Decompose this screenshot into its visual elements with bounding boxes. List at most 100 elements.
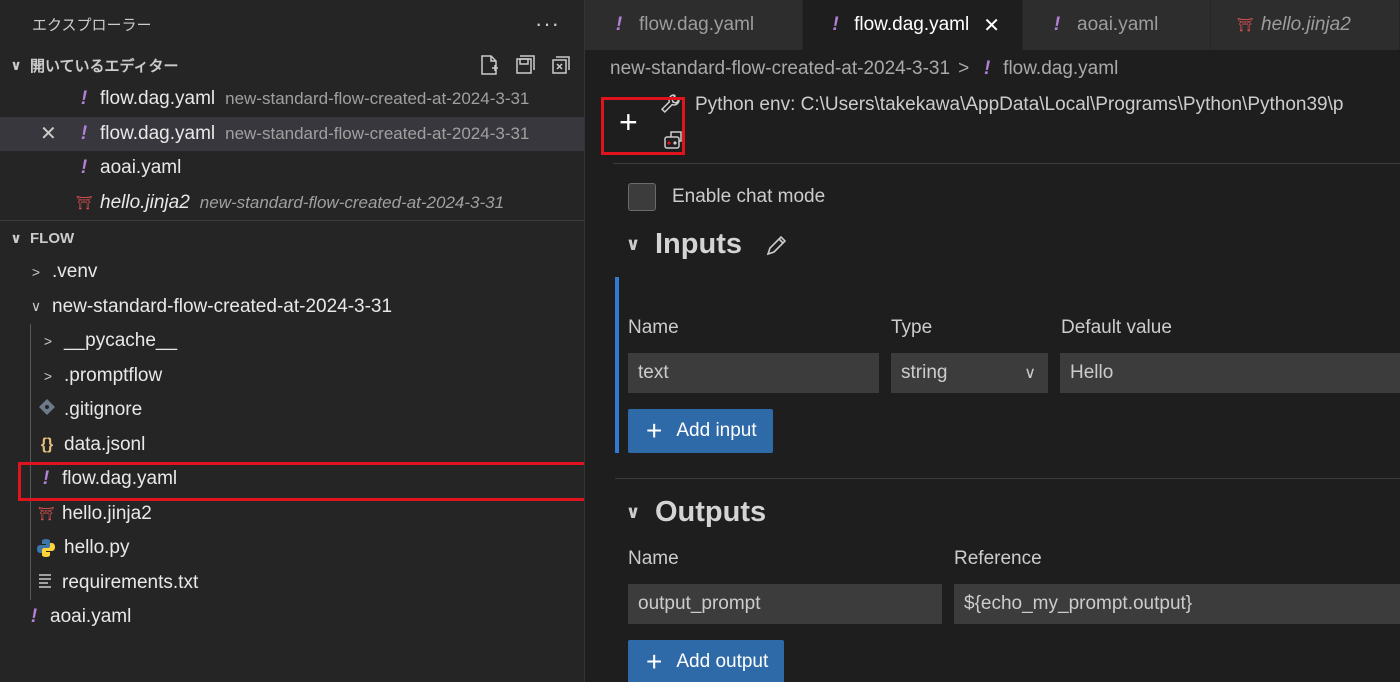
- tree-item-promptflow[interactable]: > .promptflow: [0, 359, 584, 394]
- input-default-value: Hello: [1070, 362, 1114, 383]
- tab-label: flow.dag.yaml: [854, 14, 970, 35]
- open-editor-name: flow.dag.yaml: [100, 88, 216, 110]
- enable-chat-mode[interactable]: Enable chat mode: [628, 183, 825, 211]
- chevron-down-icon: ∨: [10, 56, 22, 73]
- chevron-down-icon: ∨: [10, 229, 22, 246]
- flow-section-label: FLOW: [30, 229, 75, 247]
- open-editors-label: 開いているエディター: [30, 57, 179, 75]
- open-editor-name: flow.dag.yaml: [100, 122, 216, 144]
- breadcrumb: new-standard-flow-created-at-2024-3-31 >…: [585, 50, 1400, 88]
- inputs-col-type: Type: [891, 317, 933, 338]
- edit-pencil-icon[interactable]: [764, 232, 790, 258]
- tab-label: hello.jinja2: [1261, 14, 1351, 35]
- jinja-icon: ⛩: [75, 194, 93, 210]
- tab-aoai[interactable]: ! aoai.yaml: [1023, 0, 1211, 50]
- yaml-icon: !: [80, 88, 88, 110]
- tree-item-label: hello.jinja2: [62, 502, 152, 524]
- jinja-icon: ⛩: [1236, 17, 1254, 32]
- chevron-right-icon: >: [31, 264, 41, 281]
- flow-section-header[interactable]: ∨ FLOW: [0, 221, 584, 255]
- explorer-title: エクスプローラー: [32, 16, 152, 34]
- open-editor-name: hello.jinja2: [100, 191, 190, 213]
- inputs-accent-bar: [615, 277, 619, 453]
- inputs-col-name: Name: [628, 317, 679, 338]
- tab-hello-jinja2[interactable]: ⛩ hello.jinja2: [1211, 0, 1400, 50]
- breadcrumb-separator: >: [958, 58, 970, 79]
- breadcrumb-file[interactable]: flow.dag.yaml: [1003, 58, 1118, 80]
- chevron-right-icon: >: [43, 367, 53, 384]
- tree-item-label: aoai.yaml: [50, 606, 132, 628]
- open-editor-desc: new-standard-flow-created-at-2024-3-31: [225, 123, 530, 143]
- input-type-value: string: [901, 362, 948, 383]
- tree-item-requirements[interactable]: requirements.txt: [0, 566, 584, 601]
- open-editor-item-active[interactable]: ✕ ! flow.dag.yaml new-standard-flow-crea…: [0, 116, 584, 151]
- breadcrumb-folder[interactable]: new-standard-flow-created-at-2024-3-31: [610, 58, 950, 80]
- add-input-label: Add input: [676, 420, 757, 441]
- open-editors-section-header[interactable]: ∨ 開いているエディター: [0, 48, 584, 82]
- chat-mode-checkbox[interactable]: [628, 183, 656, 211]
- open-editor-desc: new-standard-flow-created-at-2024-3-31: [225, 89, 530, 109]
- section-divider: [615, 478, 1400, 479]
- git-icon: [38, 398, 58, 422]
- tree-item-pycache[interactable]: > __pycache__: [0, 324, 584, 359]
- add-output-label: Add output: [676, 651, 769, 672]
- yaml-icon: !: [80, 122, 88, 144]
- output-reference-value: ${echo_my_prompt.output}: [964, 593, 1193, 614]
- tree-item-gitignore[interactable]: .gitignore: [0, 393, 584, 428]
- input-name-field[interactable]: text: [628, 353, 879, 393]
- jinja-icon: ⛩: [37, 505, 55, 521]
- chevron-down-icon: ∨: [1024, 365, 1036, 382]
- new-untitled-file-icon[interactable]: [478, 54, 500, 76]
- close-all-editors-icon[interactable]: [550, 54, 572, 76]
- open-editor-item[interactable]: ⛩ hello.jinja2 new-standard-flow-created…: [0, 186, 584, 221]
- input-default-field[interactable]: Hello: [1060, 353, 1400, 393]
- tree-item-venv[interactable]: > .venv: [0, 255, 584, 290]
- yaml-icon: !: [832, 14, 839, 35]
- tab-flow-dag[interactable]: ! flow.dag.yaml: [585, 0, 803, 50]
- output-name-value: output_prompt: [638, 593, 761, 614]
- open-editor-item[interactable]: ! aoai.yaml: [0, 151, 584, 186]
- tree-item-hello-jinja2[interactable]: ⛩ hello.jinja2: [0, 497, 584, 532]
- tree-item-data-jsonl[interactable]: {} data.jsonl: [0, 428, 584, 463]
- tree-item-label: __pycache__: [64, 330, 178, 352]
- inputs-section-header[interactable]: ∨ Inputs: [623, 228, 790, 261]
- outputs-col-reference: Reference: [954, 548, 1042, 569]
- python-env-label[interactable]: Python env: C:\Users\takekawa\AppData\Lo…: [695, 94, 1343, 116]
- inputs-title: Inputs: [655, 228, 742, 260]
- chat-mode-label: Enable chat mode: [672, 186, 826, 207]
- output-reference-field[interactable]: ${echo_my_prompt.output}: [954, 584, 1400, 624]
- save-all-icon[interactable]: [514, 54, 536, 76]
- plus-icon: +: [646, 646, 663, 677]
- open-editor-desc: new-standard-flow-created-at-2024-3-31: [199, 192, 505, 212]
- close-icon[interactable]: ✕: [40, 121, 57, 146]
- add-output-button[interactable]: + Add output: [628, 640, 785, 682]
- more-actions-button[interactable]: ···: [535, 11, 560, 37]
- inputs-col-default: Default value: [1061, 317, 1172, 338]
- tree-item-label: new-standard-flow-created-at-2024-3-31: [52, 295, 393, 317]
- open-editor-name: aoai.yaml: [100, 157, 182, 179]
- tree-item-hello-py[interactable]: hello.py: [0, 531, 584, 566]
- chevron-down-icon: ∨: [625, 502, 641, 522]
- chevron-down-icon: ∨: [625, 234, 641, 254]
- output-name-field[interactable]: output_prompt: [628, 584, 942, 624]
- json-icon: {}: [40, 435, 54, 453]
- tab-label: flow.dag.yaml: [639, 14, 755, 35]
- highlight-box: [18, 462, 584, 501]
- add-input-button[interactable]: + Add input: [628, 409, 773, 453]
- yaml-icon: !: [80, 157, 88, 179]
- tree-item-label: hello.py: [64, 537, 130, 559]
- yaml-icon: !: [615, 14, 623, 35]
- tree-item-label: .venv: [52, 261, 98, 283]
- tab-flow-dag-active[interactable]: ! flow.dag.yaml ✕: [803, 0, 1023, 50]
- tree-item-label: requirements.txt: [62, 571, 199, 593]
- outputs-title: Outputs: [655, 496, 767, 528]
- outputs-section-header[interactable]: ∨ Outputs: [623, 496, 766, 529]
- yaml-icon: !: [984, 58, 991, 79]
- tree-item-aoai[interactable]: ! aoai.yaml: [0, 600, 584, 635]
- editor-area: ! flow.dag.yaml ! flow.dag.yaml ✕ ! aoai…: [585, 0, 1400, 682]
- tree-item-label: .promptflow: [64, 364, 163, 386]
- input-type-select[interactable]: string ∨: [891, 353, 1048, 393]
- tree-item-flow-folder[interactable]: ∨ new-standard-flow-created-at-2024-3-31: [0, 290, 584, 325]
- open-editor-item[interactable]: ! flow.dag.yaml new-standard-flow-create…: [0, 82, 584, 117]
- close-tab-icon[interactable]: ✕: [983, 13, 1000, 38]
